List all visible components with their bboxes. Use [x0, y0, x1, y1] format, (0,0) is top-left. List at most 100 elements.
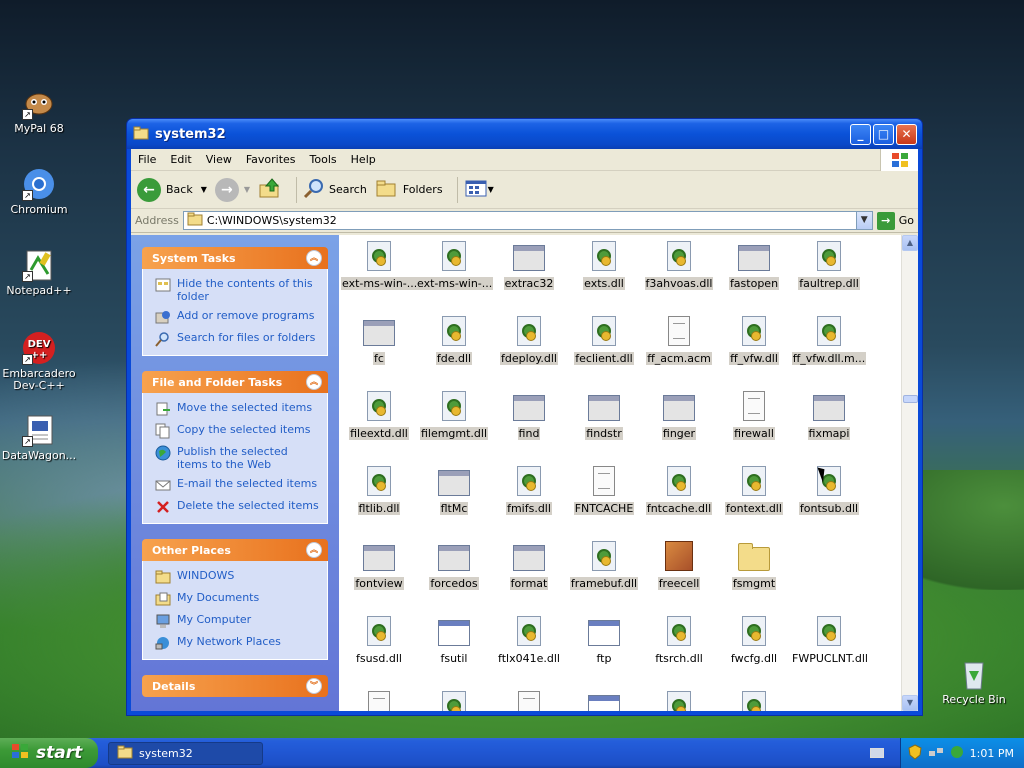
- file-item[interactable]: fwcfg.dll: [716, 616, 792, 665]
- vertical-scrollbar[interactable]: ▲ ▼: [901, 235, 918, 711]
- forward-button[interactable]: → ▼: [214, 177, 250, 202]
- file-item[interactable]: fsutil: [416, 616, 492, 665]
- file-item[interactable]: find: [491, 391, 567, 440]
- chevron-up-icon[interactable]: ︽: [306, 542, 322, 558]
- maximize-button[interactable]: □: [873, 123, 894, 145]
- file-item[interactable]: f3ahvoas.dll: [641, 241, 717, 290]
- minimize-button[interactable]: _: [850, 123, 871, 145]
- task-delete-items[interactable]: Delete the selected items: [155, 499, 319, 515]
- chevron-up-icon[interactable]: ︽: [306, 250, 322, 266]
- file-item[interactable]: [416, 691, 492, 711]
- clock[interactable]: 1:01 PM: [970, 747, 1014, 760]
- go-button[interactable]: → Go: [876, 211, 914, 230]
- chevron-up-icon[interactable]: ︽: [306, 374, 322, 390]
- menu-help[interactable]: Help: [344, 153, 383, 166]
- file-item[interactable]: faultrep.dll: [791, 241, 867, 290]
- desktop-icon-mypal[interactable]: ↗ MyPal 68: [0, 86, 78, 135]
- file-item[interactable]: fixmapi: [791, 391, 867, 440]
- file-item[interactable]: fltlib.dll: [341, 466, 417, 515]
- file-item[interactable]: ext-ms-win-...: [416, 241, 494, 290]
- file-item[interactable]: ff_vfw.dll.m...: [791, 316, 867, 365]
- explorer-window[interactable]: system32 _ □ ✕ File Edit View Favorites …: [126, 118, 923, 716]
- file-item[interactable]: ff_acm.acm: [641, 316, 717, 365]
- file-item[interactable]: fsmgmt: [716, 541, 792, 590]
- scroll-down-button[interactable]: ▼: [902, 695, 918, 711]
- chevron-down-icon[interactable]: ▼: [201, 185, 207, 194]
- network-icon[interactable]: [928, 745, 944, 762]
- file-item[interactable]: filemgmt.dll: [416, 391, 492, 440]
- search-button[interactable]: Search: [303, 177, 367, 202]
- menu-edit[interactable]: Edit: [163, 153, 198, 166]
- file-item[interactable]: fmifs.dll: [491, 466, 567, 515]
- task-hide-contents[interactable]: Hide the contents of this folder: [155, 277, 319, 303]
- file-item[interactable]: framebuf.dll: [566, 541, 642, 590]
- file-item[interactable]: ftp: [566, 616, 642, 665]
- system-tasks-header[interactable]: System Tasks ︽: [142, 247, 328, 269]
- file-item[interactable]: fastopen: [716, 241, 792, 290]
- menu-favorites[interactable]: Favorites: [239, 153, 303, 166]
- up-folder-button[interactable]: [258, 177, 282, 202]
- other-places-header[interactable]: Other Places ︽: [142, 539, 328, 561]
- folders-button[interactable]: Folders: [375, 178, 443, 201]
- file-item[interactable]: fntcache.dll: [641, 466, 717, 515]
- keyboard-icon[interactable]: [870, 748, 884, 758]
- desktop-icon-notepadpp[interactable]: ↗ Notepad++: [0, 248, 78, 297]
- menu-tools[interactable]: Tools: [303, 153, 344, 166]
- file-item[interactable]: [566, 691, 642, 711]
- close-button[interactable]: ✕: [896, 123, 917, 145]
- file-item[interactable]: firewall: [716, 391, 792, 440]
- file-item[interactable]: fc: [341, 316, 417, 365]
- desktop-icon-recycle-bin[interactable]: Recycle Bin: [935, 657, 1013, 706]
- file-item[interactable]: fontext.dll: [716, 466, 792, 515]
- file-item[interactable]: freecell: [641, 541, 717, 590]
- file-item[interactable]: findstr: [566, 391, 642, 440]
- desktop-icon-chromium[interactable]: ↗ Chromium: [0, 167, 78, 216]
- menu-view[interactable]: View: [199, 153, 239, 166]
- address-input[interactable]: C:\WINDOWS\system32 ▼: [182, 211, 873, 230]
- task-add-remove-programs[interactable]: Add or remove programs: [155, 309, 319, 325]
- details-header[interactable]: Details ︾: [142, 675, 328, 697]
- task-copy-items[interactable]: Copy the selected items: [155, 423, 319, 439]
- file-item[interactable]: fde.dll: [416, 316, 492, 365]
- place-my-documents[interactable]: My Documents: [155, 591, 319, 607]
- file-item[interactable]: finger: [641, 391, 717, 440]
- file-folder-tasks-header[interactable]: File and Folder Tasks ︽: [142, 371, 328, 393]
- file-item[interactable]: fileextd.dll: [341, 391, 417, 440]
- file-item[interactable]: fdeploy.dll: [491, 316, 567, 365]
- file-item[interactable]: FWPUCLNT.dll: [791, 616, 868, 665]
- title-bar[interactable]: system32 _ □ ✕: [127, 119, 922, 149]
- views-button[interactable]: ▼: [464, 178, 494, 201]
- start-button[interactable]: start: [0, 738, 98, 768]
- task-move-items[interactable]: Move the selected items: [155, 401, 319, 417]
- file-item[interactable]: format: [491, 541, 567, 590]
- file-item[interactable]: ftsrch.dll: [641, 616, 717, 665]
- task-email-items[interactable]: E-mail the selected items: [155, 477, 319, 493]
- desktop-icon-devcpp[interactable]: DEV ++ ↗ Embarcadero Dev-C++: [0, 331, 78, 392]
- file-item[interactable]: [641, 691, 717, 711]
- file-item[interactable]: feclient.dll: [566, 316, 642, 365]
- place-windows[interactable]: WINDOWS: [155, 569, 319, 585]
- task-search-files[interactable]: Search for files or folders: [155, 331, 319, 347]
- scroll-up-button[interactable]: ▲: [902, 235, 918, 251]
- task-publish-web[interactable]: Publish the selected items to the Web: [155, 445, 319, 471]
- file-item[interactable]: ftlx041e.dll: [491, 616, 567, 665]
- scroll-thumb[interactable]: [903, 395, 918, 403]
- place-my-computer[interactable]: My Computer: [155, 613, 319, 629]
- place-my-network-places[interactable]: My Network Places: [155, 635, 319, 651]
- file-list[interactable]: ext-ms-win-... ext-ms-win-... extrac32 exts…: [339, 235, 918, 711]
- file-item[interactable]: [716, 691, 792, 711]
- sync-icon[interactable]: [950, 745, 964, 762]
- file-item[interactable]: extrac32: [491, 241, 567, 290]
- file-item[interactable]: ext-ms-win-...: [341, 241, 419, 290]
- desktop-icon-datawagon[interactable]: ↗ DataWagon...: [0, 413, 78, 462]
- file-item[interactable]: exts.dll: [566, 241, 642, 290]
- chevron-down-icon[interactable]: ︾: [306, 678, 322, 694]
- file-item[interactable]: FNTCACHE: [566, 466, 642, 515]
- back-button[interactable]: ← Back ▼: [137, 177, 207, 202]
- file-item[interactable]: fltMc: [416, 466, 492, 515]
- shield-icon[interactable]: [908, 743, 922, 763]
- file-item[interactable]: ff_vfw.dll: [716, 316, 792, 365]
- menu-file[interactable]: File: [131, 153, 163, 166]
- file-item[interactable]: [341, 691, 417, 711]
- taskbar-item-system32[interactable]: system32: [108, 741, 263, 765]
